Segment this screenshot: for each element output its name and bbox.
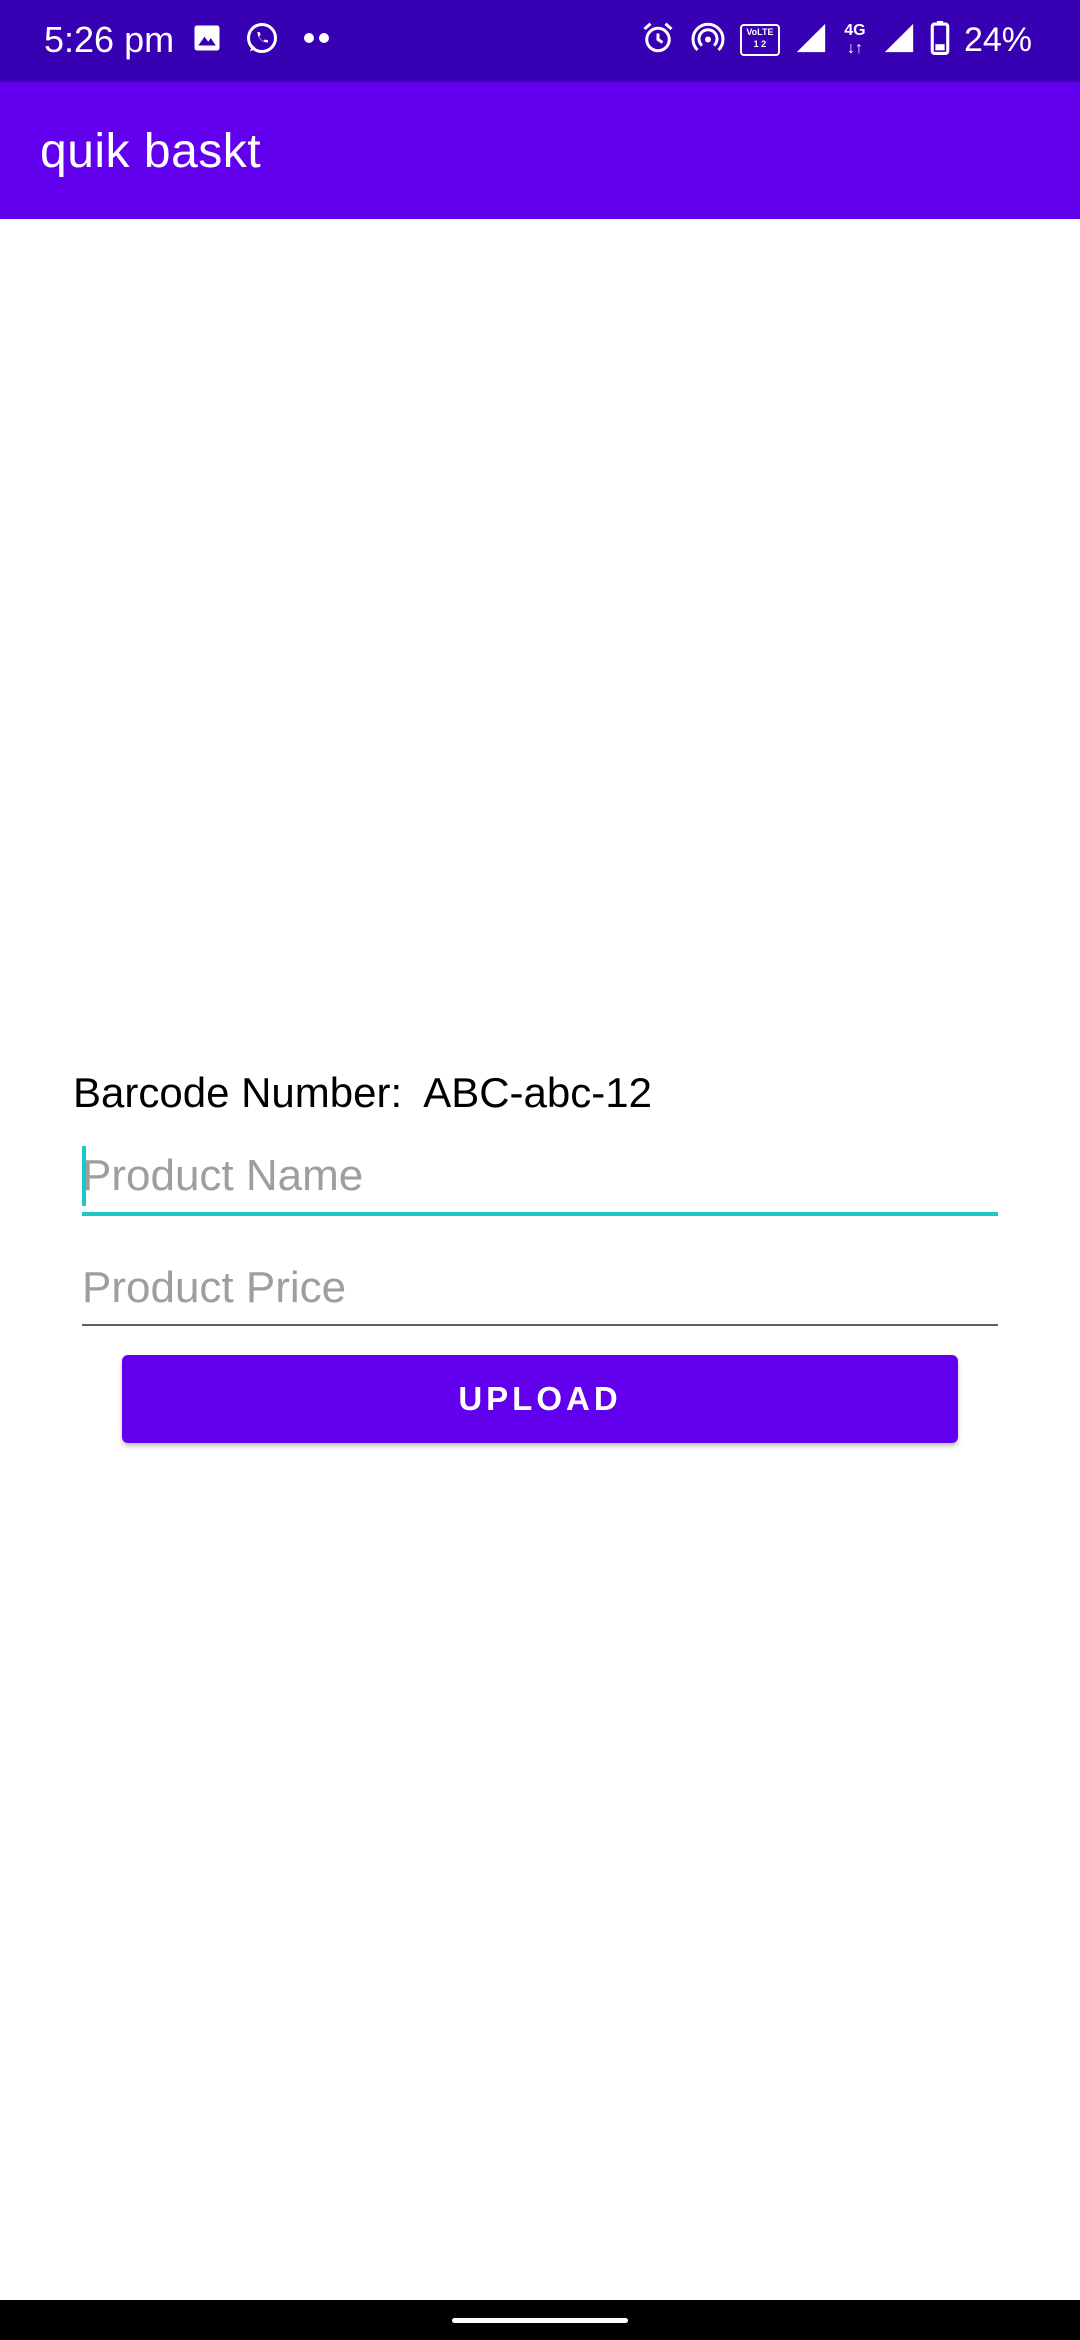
signal-icon [882, 21, 916, 60]
volte-label: VoLTE [746, 27, 774, 37]
app-title: quik baskt [40, 125, 262, 178]
barcode-value: ABC-abc-12 [423, 1069, 652, 1116]
whatsapp-icon [244, 20, 280, 61]
barcode-row: Barcode Number: ABC-abc-12 [73, 1065, 652, 1121]
navigation-bar [0, 2300, 1080, 2340]
status-time: 5:26 pm [44, 19, 175, 60]
product-price-field[interactable] [82, 1252, 998, 1326]
status-bar: 5:26 pm VoLTE 1 2 4G ↓↑ 24% [0, 0, 1080, 82]
network-type-label: 4G [844, 22, 866, 39]
product-price-input[interactable] [82, 1252, 998, 1324]
more-notifications-icon [302, 31, 332, 50]
system-icons: VoLTE 1 2 4G ↓↑ 24% [640, 14, 1032, 66]
alarm-icon [640, 20, 676, 61]
product-name-input[interactable] [82, 1140, 998, 1212]
battery-percent: 24% [963, 21, 1032, 59]
screen: 5:26 pm VoLTE 1 2 4G ↓↑ 24% quik baskt B… [0, 0, 1080, 2340]
sim-slots-label: 1 2 [753, 39, 767, 49]
volte-icon: VoLTE 1 2 [739, 24, 780, 56]
data-arrows-glyph: ↓↑ [846, 40, 863, 57]
product-name-field[interactable] [82, 1140, 998, 1216]
app-bar: quik baskt [0, 82, 1080, 219]
gallery-icon [192, 23, 222, 58]
upload-button[interactable]: UPLOAD [122, 1355, 958, 1443]
barcode-label: Barcode Number: [73, 1069, 403, 1116]
data-arrows-icon: 4G ↓↑ [842, 22, 868, 58]
signal-icon [794, 21, 828, 60]
text-cursor [82, 1146, 86, 1206]
battery-icon [930, 20, 950, 60]
gesture-handle[interactable] [452, 2318, 628, 2323]
hotspot-icon [690, 20, 726, 61]
notification-icons [192, 18, 332, 62]
